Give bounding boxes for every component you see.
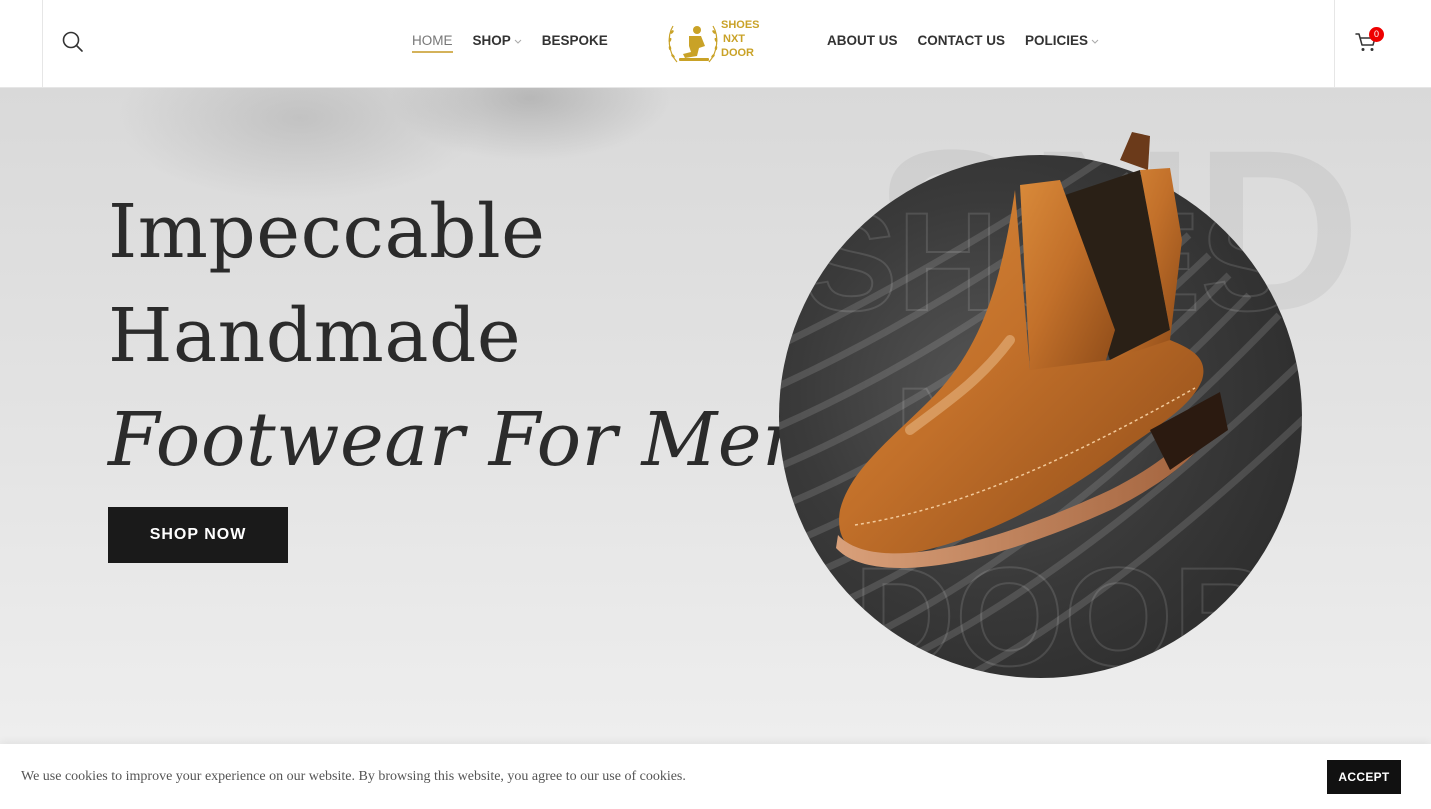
- nav-label-bespoke: BESPOKE: [541, 33, 608, 48]
- hero-title-line-2: Handmade: [108, 293, 522, 379]
- hero-title-line-3: Footwear For Men.: [108, 397, 835, 483]
- nav-item-bespoke[interactable]: BESPOKE: [542, 33, 608, 48]
- hero-title: Impeccable Handmade Footwear For Men.: [108, 180, 834, 492]
- nav-label-contact-us: CONTACT US: [917, 33, 1006, 48]
- header-divider-right: [1334, 0, 1335, 87]
- hero-banner: SND Impeccable Handmade Footwear For Men…: [0, 88, 1431, 744]
- cart-count-badge: 0: [1369, 27, 1384, 42]
- svg-text:DOOR: DOOR: [721, 47, 754, 59]
- svg-text:SHOES: SHOES: [721, 19, 759, 31]
- main-nav-right: ABOUT US CONTACT US POLICIES: [827, 33, 1099, 48]
- search-icon[interactable]: [60, 29, 86, 55]
- header-divider-left: [42, 0, 43, 87]
- nav-label-policies: POLICIES: [1025, 33, 1089, 48]
- accept-cookies-button[interactable]: ACCEPT: [1327, 760, 1401, 794]
- site-header: HOME SHOP BESPOKE SHOES NXT DOOR ABOUT U…: [0, 0, 1431, 88]
- nav-item-contact-us[interactable]: CONTACT US: [918, 33, 1006, 48]
- main-nav-left: HOME SHOP BESPOKE: [412, 33, 608, 53]
- nav-item-home[interactable]: HOME: [412, 33, 453, 53]
- nav-item-shop[interactable]: SHOP: [473, 33, 522, 48]
- cookie-notice-bar: We use cookies to improve your experienc…: [0, 744, 1431, 809]
- svg-text:NXT: NXT: [723, 33, 745, 45]
- cookie-notice-text: We use cookies to improve your experienc…: [21, 769, 686, 784]
- site-logo[interactable]: SHOES NXT DOOR: [663, 10, 760, 70]
- nav-item-about-us[interactable]: ABOUT US: [827, 33, 898, 48]
- nav-label-home: HOME: [412, 33, 453, 48]
- hero-title-line-1: Impeccable: [108, 189, 546, 275]
- nav-item-policies[interactable]: POLICIES: [1025, 33, 1099, 48]
- shop-now-button[interactable]: SHOP NOW: [108, 507, 288, 563]
- nav-label-shop: SHOP: [472, 33, 511, 48]
- chelsea-boot-image: [836, 132, 1228, 568]
- nav-label-about-us: ABOUT US: [827, 33, 898, 48]
- chevron-down-icon: [1091, 39, 1099, 44]
- chevron-down-icon: [514, 39, 522, 44]
